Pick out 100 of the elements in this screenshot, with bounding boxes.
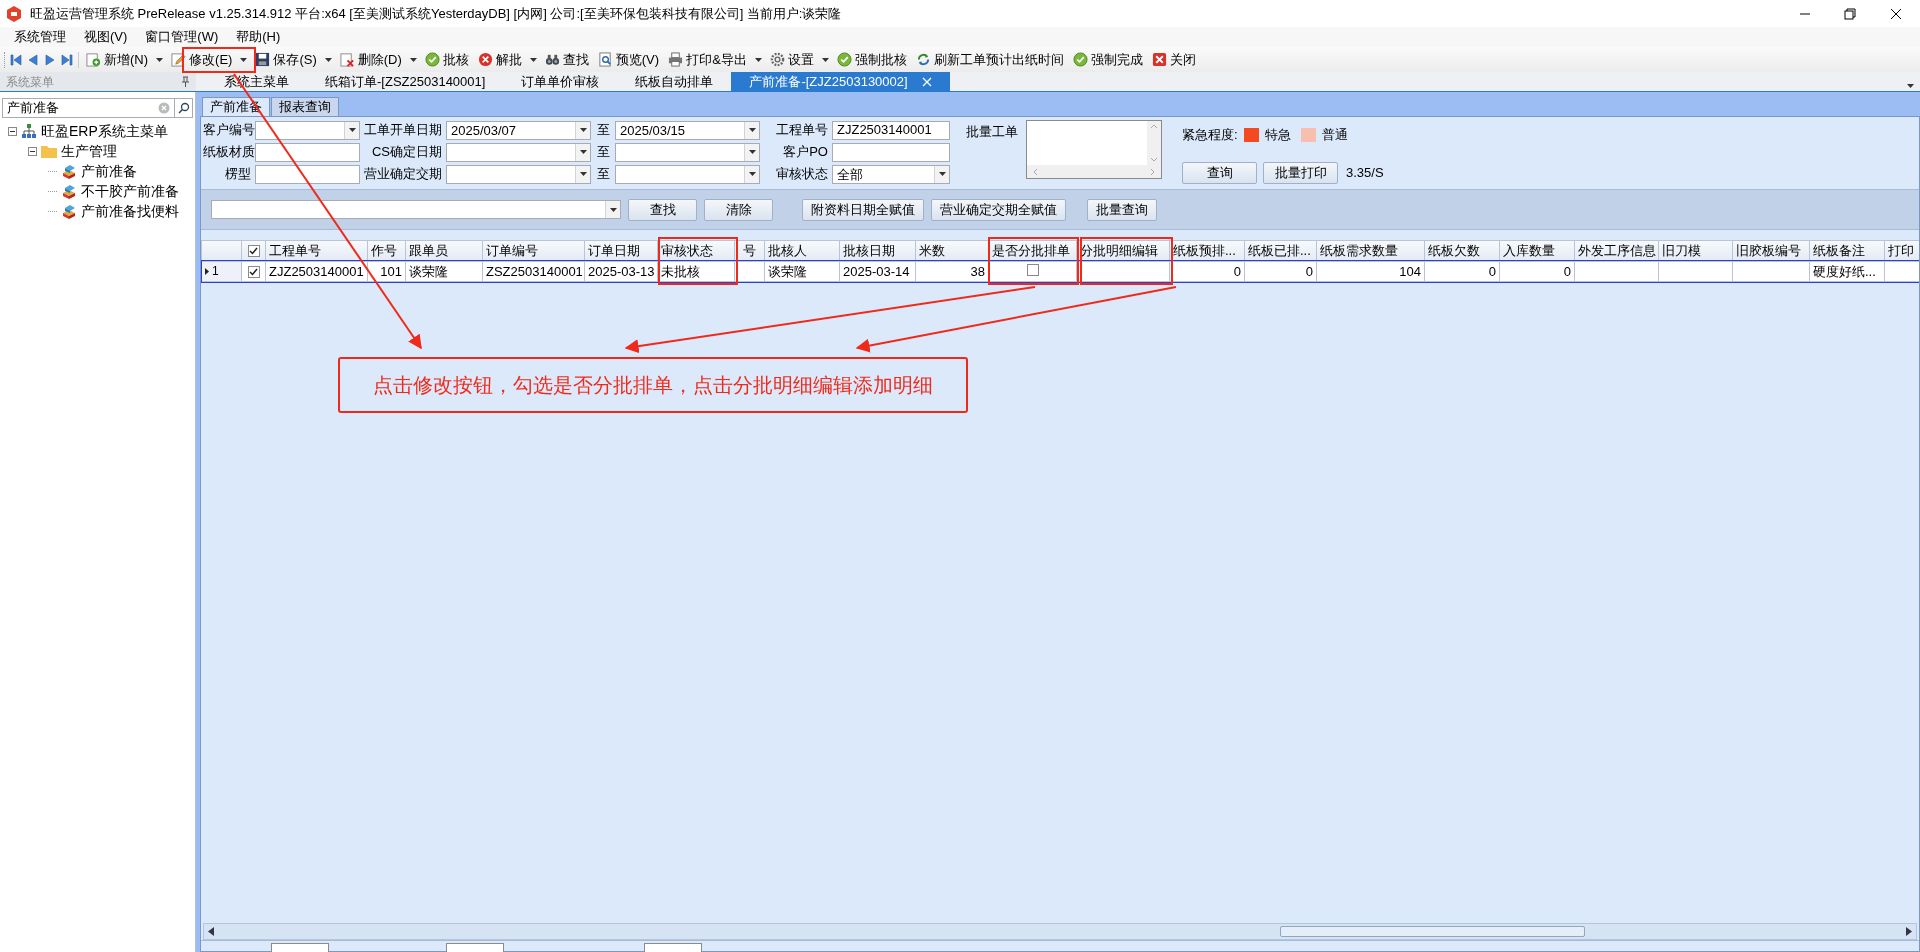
preview-icon (597, 52, 613, 67)
field-label: 楞型 (224, 165, 252, 184)
document-tab[interactable]: 订单单价审核 (503, 72, 618, 91)
query-button[interactable]: 查找 (628, 198, 697, 221)
toolbar-button[interactable]: 修改(E) (168, 48, 236, 71)
checkbox[interactable] (247, 265, 260, 278)
dropdown-icon (754, 57, 762, 62)
document-tab[interactable]: 纸箱订单-[ZSZ2503140001] (307, 72, 504, 91)
scrollbar-thumb[interactable] (1279, 926, 1585, 937)
toolbar-button[interactable]: 预览(V) (594, 48, 663, 71)
toolbar-button[interactable]: 刷新工单预计出纸时间 (912, 48, 1067, 71)
dropdown-field[interactable] (446, 164, 591, 184)
next-icon[interactable] (43, 52, 57, 67)
dropdown-icon (748, 128, 756, 132)
table-cell: 未批核 (661, 263, 700, 279)
table-cell: 硬度好纸... (1813, 263, 1876, 279)
checkbox[interactable] (247, 245, 260, 257)
query-button[interactable]: 查询 (1182, 161, 1257, 184)
horizontal-scrollbar[interactable] (203, 923, 1917, 940)
table-row[interactable]: 1 ZJZ2503140001 101 谈荣隆 ZSZ2503140001 2025-03-13 未批核 谈荣隆 2025-03-14 38 0 0 104 0 0 硬度好纸... (201, 261, 1919, 282)
dropdown-field[interactable] (615, 164, 760, 184)
collapse-icon[interactable] (8, 126, 17, 136)
field-label: 至 (595, 165, 611, 184)
tab[interactable]: 报表查询 (271, 97, 339, 116)
toolbar-button[interactable]: 查找 (541, 48, 592, 71)
dropdown-field[interactable]: 全部 (832, 164, 950, 184)
query-button[interactable]: 清除 (704, 198, 773, 221)
menu-item[interactable]: 帮助(H) (228, 27, 289, 47)
menu-item[interactable]: 窗口管理(W) (137, 27, 227, 47)
search-dropdown[interactable] (211, 200, 621, 219)
tree-item[interactable]: 生产管理 (61, 140, 117, 162)
table-cell: 0 (1488, 263, 1496, 279)
footer-field[interactable] (446, 943, 504, 952)
toolbar-button[interactable]: 删除(D) (336, 48, 405, 71)
row-pointer-icon (205, 267, 209, 275)
scroll-right-icon[interactable] (1906, 927, 1912, 936)
toolbar-button[interactable]: 批核 (421, 48, 472, 71)
input-field[interactable] (255, 164, 360, 184)
table-cell: ZJZ2503140001 (269, 263, 364, 279)
toolbar-button[interactable]: 保存(S) (252, 48, 320, 71)
dropdown-field[interactable] (255, 120, 360, 140)
query-button[interactable]: 营业确定交期全赋值 (931, 198, 1066, 221)
menu-item[interactable]: 系统管理 (6, 27, 74, 47)
dropdown-icon (324, 57, 332, 62)
dropdown-field[interactable] (446, 142, 591, 162)
checkbox[interactable] (1026, 263, 1039, 276)
table-cell: 0 (1305, 263, 1313, 279)
query-button[interactable]: 批量打印 (1263, 161, 1338, 184)
input-field[interactable] (832, 142, 950, 162)
scroll-left-icon[interactable] (208, 927, 214, 936)
pin-icon[interactable] (181, 76, 190, 87)
column-header[interactable]: 纸板需求数量 (1316, 240, 1425, 261)
dropdown-icon (821, 57, 829, 62)
dropdown-icon (348, 128, 356, 132)
table-cell: 101 (380, 263, 402, 279)
module-icon (61, 203, 77, 219)
dropdown-icon (156, 57, 164, 62)
toolbar-button[interactable]: 强制批核 (833, 48, 910, 71)
toolbar-button[interactable]: 关闭 (1148, 48, 1199, 71)
dropdown-field[interactable]: 2025/03/07 (446, 120, 591, 140)
toolbar-button[interactable]: 设置 (766, 48, 817, 71)
document-tab[interactable]: 产前准备-[ZJZ2503130002] (731, 72, 950, 91)
menu-item[interactable]: 视图(V) (76, 27, 136, 47)
footer-field[interactable] (644, 943, 702, 952)
tree-item[interactable]: 产前准备找便料 (81, 200, 179, 222)
field-label: 营业确定交期 (363, 165, 443, 184)
input-field[interactable]: ZJZ2503140001 (832, 120, 950, 140)
tree-item[interactable]: 产前准备 (81, 160, 137, 182)
tree-item[interactable]: 旺盈ERP系统主菜单 (41, 120, 168, 142)
toolbar-button[interactable]: 强制完成 (1069, 48, 1146, 71)
printer-icon (668, 52, 684, 67)
dropdown-icon (529, 57, 537, 62)
dropdown-field[interactable]: 2025/03/15 (615, 120, 760, 140)
toolbar-button[interactable]: 打印&导出 (665, 48, 750, 71)
org-chart-icon (21, 124, 37, 138)
input-field[interactable] (255, 142, 360, 162)
add-icon (86, 52, 101, 67)
collapse-icon[interactable] (28, 146, 37, 156)
tree-item[interactable]: 不干胶产前准备 (81, 180, 179, 202)
toolbar-button[interactable]: 新增(N) (83, 48, 152, 71)
toolbar-button[interactable]: 解批 (474, 48, 525, 71)
field-label: 至 (595, 143, 611, 162)
footer-field[interactable] (271, 943, 329, 952)
query-button[interactable]: 批量查询 (1087, 198, 1157, 221)
query-button[interactable]: 附资料日期全赋值 (802, 198, 924, 221)
document-tab[interactable]: 纸板自动排单 (617, 72, 732, 91)
previous-icon[interactable] (26, 52, 40, 67)
table-cell: 38 (970, 263, 985, 279)
restore-icon[interactable] (1844, 7, 1856, 20)
legend-label: 特急 (1264, 126, 1291, 144)
refresh-icon (915, 52, 931, 67)
dropdown-field[interactable] (615, 142, 760, 162)
close-icon[interactable] (1890, 7, 1902, 20)
legend-label: 普通 (1321, 126, 1348, 144)
dropdown-icon (938, 172, 946, 176)
column-header[interactable]: 订单编号 (482, 240, 585, 261)
dropdown-icon (409, 57, 417, 62)
first-icon[interactable] (9, 52, 23, 67)
table-cell: 2025-03-13 (588, 263, 655, 279)
last-icon[interactable] (60, 52, 74, 67)
